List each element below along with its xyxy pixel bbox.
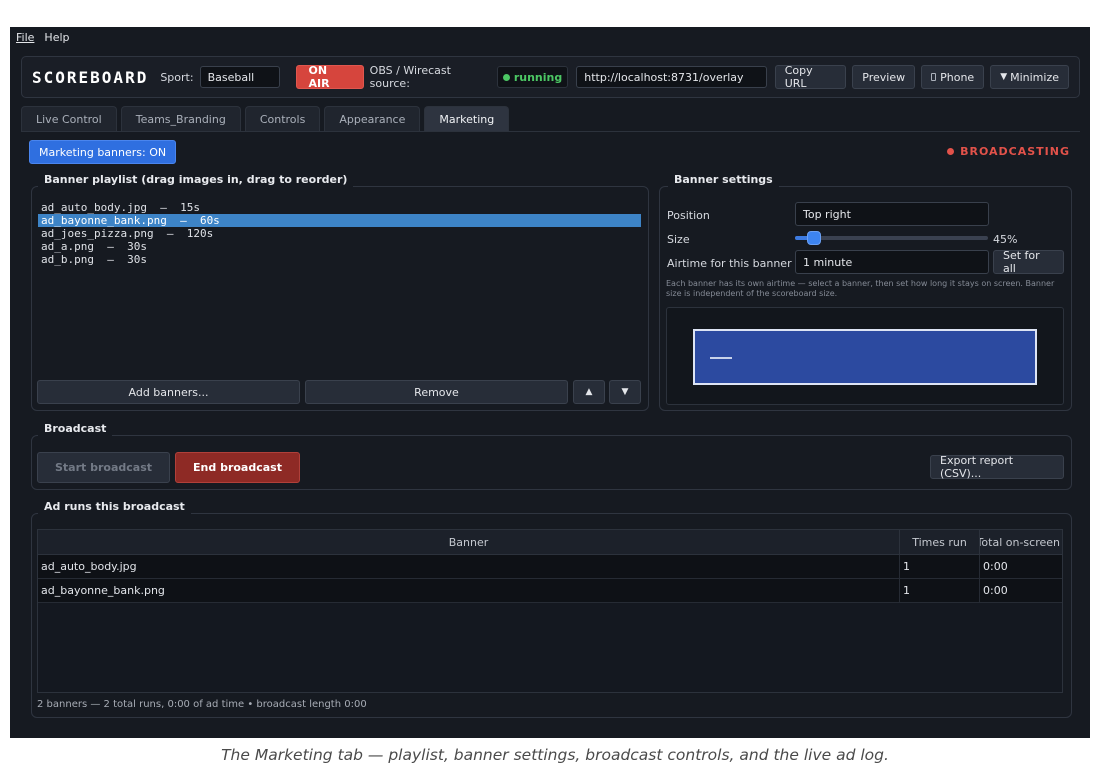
move-down-button[interactable]: ▼ bbox=[609, 380, 641, 404]
banner-preview-frame bbox=[693, 329, 1037, 385]
column-header-total[interactable]: Total on-screen bbox=[980, 530, 1062, 554]
arrow-up-icon: ▲ bbox=[585, 387, 593, 397]
source-status-text: running bbox=[513, 70, 563, 84]
cell-times-run: 1 bbox=[900, 579, 980, 602]
app-window: File Help SCOREBOARD Sport: Baseball ON … bbox=[10, 27, 1090, 738]
ad-runs-title: Ad runs this broadcast bbox=[38, 500, 191, 514]
tab-appearance[interactable]: Appearance bbox=[324, 106, 421, 131]
table-header: Banner Times run Total on-screen bbox=[38, 530, 1062, 555]
position-label: Position bbox=[667, 209, 710, 222]
column-header-times-run[interactable]: Times run bbox=[900, 530, 980, 554]
broadcasting-indicator: BROADCASTING bbox=[947, 145, 1070, 158]
phone-button[interactable]: Phone bbox=[921, 65, 985, 89]
ad-runs-table: Banner Times run Total on-screen ad_auto… bbox=[37, 529, 1063, 693]
menu-help[interactable]: Help bbox=[44, 31, 69, 44]
set-for-all-button[interactable]: Set for all bbox=[993, 249, 1064, 275]
status-dot-icon bbox=[502, 73, 510, 81]
cell-banner: ad_auto_body.jpg bbox=[38, 555, 900, 578]
banner-playlist[interactable]: ad_auto_body.jpg — 15s ad_bayonne_bank.p… bbox=[38, 201, 641, 371]
broadcasting-text: BROADCASTING bbox=[960, 145, 1070, 158]
table-row[interactable]: ad_auto_body.jpg 1 0:00 bbox=[38, 555, 1062, 579]
playlist-item[interactable]: ad_a.png — 30s bbox=[38, 240, 641, 253]
preview-button[interactable]: Preview bbox=[852, 65, 916, 89]
tab-controls[interactable]: Controls bbox=[244, 106, 321, 131]
playlist-item[interactable]: ad_joes_pizza.png — 120s bbox=[38, 227, 641, 240]
airtime-hint: Each banner has its own airtime — select… bbox=[666, 279, 1055, 298]
tab-teams-branding[interactable]: Teams_Branding bbox=[120, 106, 241, 131]
playlist-title: Banner playlist (drag images in, drag to… bbox=[38, 173, 354, 187]
airtime-label: Airtime for this banner bbox=[667, 257, 792, 270]
cell-total: 0:00 bbox=[983, 584, 1008, 597]
size-slider-handle[interactable] bbox=[807, 231, 822, 245]
minimize-label: Minimize bbox=[1010, 70, 1059, 84]
overlay-url-field[interactable]: http://localhost:8731/overlay bbox=[576, 66, 767, 88]
minimize-button[interactable]: ▼ Minimize bbox=[990, 65, 1069, 89]
add-banners-button[interactable]: Add banners... bbox=[37, 380, 300, 404]
source-label: OBS / Wirecast source: bbox=[369, 64, 451, 90]
app-brand: SCOREBOARD bbox=[32, 67, 149, 87]
playlist-item[interactable]: ad_auto_body.jpg — 15s bbox=[38, 201, 641, 214]
airtime-input[interactable]: 1 minute bbox=[795, 250, 989, 274]
triangle-down-icon: ▼ bbox=[1000, 72, 1008, 82]
size-value: 45% bbox=[993, 233, 1018, 246]
menu-file[interactable]: File bbox=[16, 31, 34, 44]
top-toolbar: SCOREBOARD Sport: Baseball ON AIR OBS / … bbox=[21, 56, 1080, 98]
banner-settings-title: Banner settings bbox=[668, 173, 779, 187]
column-header-banner[interactable]: Banner bbox=[38, 530, 900, 554]
figure-caption: The Marketing tab — playlist, banner set… bbox=[221, 746, 889, 764]
tab-live-control[interactable]: Live Control bbox=[21, 106, 117, 131]
export-report-button[interactable]: Export report (CSV)... bbox=[930, 454, 1064, 480]
table-row[interactable]: ad_bayonne_bank.png 1 0:00 bbox=[38, 579, 1062, 603]
phone-label: Phone bbox=[940, 70, 975, 84]
playlist-item-selected[interactable]: ad_bayonne_bank.png — 60s bbox=[38, 214, 641, 227]
remove-banner-button[interactable]: Remove bbox=[305, 380, 568, 404]
cell-times-run: 1 bbox=[900, 555, 980, 578]
sport-select[interactable]: Baseball bbox=[199, 66, 280, 88]
playlist-item[interactable]: ad_b.png — 30s bbox=[38, 253, 641, 266]
on-air-button[interactable]: ON AIR bbox=[295, 64, 364, 90]
record-dot-icon bbox=[947, 148, 955, 155]
sport-label: Sport: bbox=[160, 70, 194, 84]
start-broadcast-button[interactable]: Start broadcast bbox=[37, 452, 170, 483]
tab-bar: Live Control Teams_Branding Controls App… bbox=[21, 106, 510, 131]
banner-preview-content bbox=[710, 357, 732, 359]
banner-preview bbox=[666, 307, 1064, 405]
broadcast-title: Broadcast bbox=[38, 422, 113, 436]
source-status-badge: running bbox=[496, 66, 569, 88]
ad-runs-summary: 2 banners — 2 total runs, 0:00 of ad tim… bbox=[37, 699, 367, 710]
cell-banner: ad_bayonne_bank.png bbox=[38, 579, 900, 602]
menubar: File Help bbox=[10, 27, 1090, 47]
move-up-button[interactable]: ▲ bbox=[573, 380, 605, 404]
phone-icon bbox=[931, 73, 937, 81]
marketing-toggle-button[interactable]: Marketing banners: ON bbox=[29, 140, 177, 164]
size-label: Size bbox=[667, 233, 690, 246]
copy-url-button[interactable]: Copy URL bbox=[774, 64, 847, 90]
position-select[interactable]: Top right bbox=[795, 202, 989, 226]
size-slider[interactable] bbox=[795, 231, 988, 245]
tab-divider bbox=[21, 131, 1080, 132]
cell-total: 0:00 bbox=[983, 560, 1008, 573]
tab-marketing[interactable]: Marketing bbox=[424, 106, 510, 131]
end-broadcast-button[interactable]: End broadcast bbox=[175, 452, 300, 483]
arrow-down-icon: ▼ bbox=[621, 387, 629, 397]
